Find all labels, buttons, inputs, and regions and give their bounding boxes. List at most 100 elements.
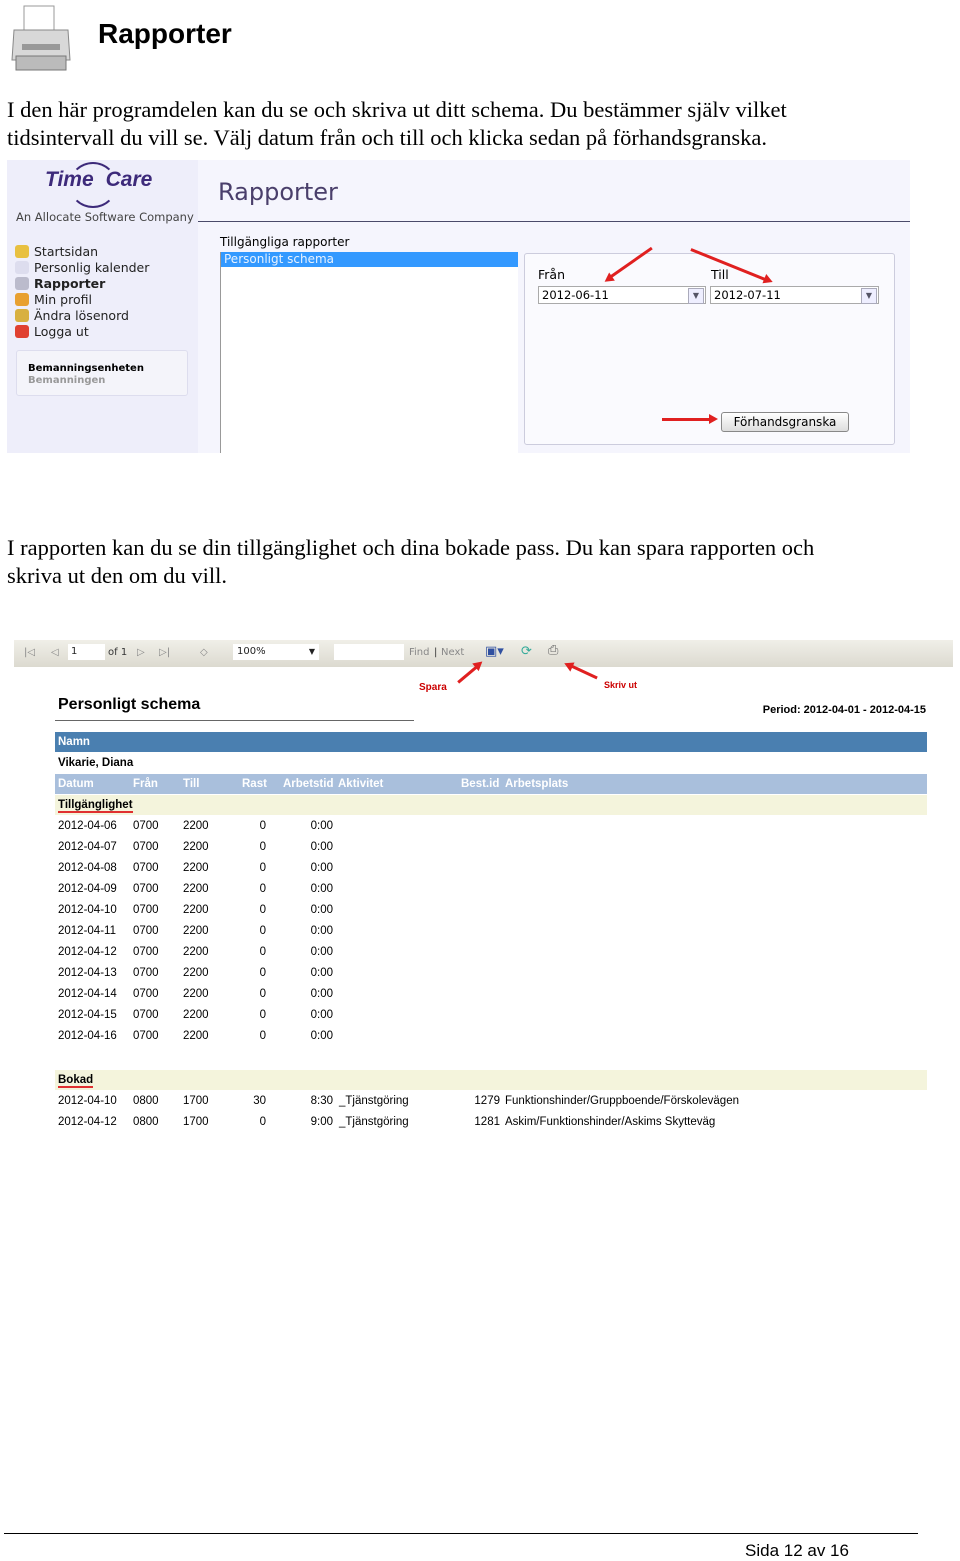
cell: 0 [259, 946, 266, 958]
column-header: Best.id [461, 778, 500, 790]
report-item-personligt-schema[interactable]: Personligt schema [221, 252, 518, 267]
cell: 0 [259, 904, 266, 916]
cell: 30 [253, 1095, 266, 1107]
refresh-icon[interactable]: ⟳ [521, 644, 532, 659]
cell: 2012-04-06 [58, 820, 117, 832]
last-page-icon[interactable]: ▷| [159, 647, 170, 658]
print-icon[interactable]: ⎙ [548, 643, 558, 658]
column-header: Arbetstid [283, 778, 334, 790]
cell: 2200 [183, 883, 209, 895]
printer-icon [10, 4, 72, 72]
from-date-select[interactable]: 2012-06-11 ▼ [538, 286, 706, 304]
cell: 0:00 [310, 925, 333, 937]
cell: 2200 [183, 946, 209, 958]
cell: 0:00 [310, 967, 333, 979]
app-title: Rapporter [218, 178, 338, 206]
arrow-annotation [662, 414, 718, 423]
table-row: 2012-04-10 0800 1700 30 8:30 _Tjänstgöring 127… [55, 1091, 927, 1111]
sidebar-item-ändra-lösenord[interactable]: Ändra lösenord [15, 308, 129, 323]
find-input[interactable] [334, 644, 404, 660]
nav-label: Ändra lösenord [34, 308, 129, 323]
cell: 2200 [183, 904, 209, 916]
cell: 1279 [474, 1095, 500, 1107]
cell: 0:00 [310, 841, 333, 853]
cell: 2012-04-10 [58, 1095, 117, 1107]
intro-line-2: tidsintervall du vill se. Välj datum frå… [7, 125, 768, 150]
find-link[interactable]: Find [409, 647, 430, 658]
to-date-select[interactable]: 2012-07-11 ▼ [710, 286, 879, 304]
column-header: Från [133, 778, 158, 790]
cell: 0:00 [310, 820, 333, 832]
table-row: 2012-04-11 0700 2200 0 0:00 [55, 921, 927, 941]
body-line-1: I rapporten kan du se din tillgänglighet… [7, 535, 815, 560]
sidebar-item-rapporter[interactable]: Rapporter [15, 276, 105, 291]
cell: 0 [259, 988, 266, 1000]
reports-list[interactable]: Personligt schema [220, 252, 518, 453]
nav-label: Rapporter [34, 276, 106, 291]
cell: 0:00 [310, 904, 333, 916]
sidebar-item-logga-ut[interactable]: Logga ut [15, 324, 89, 339]
divider [198, 221, 910, 222]
cell: 0700 [133, 967, 159, 979]
cell: 0700 [133, 946, 159, 958]
body-line-2: skriva ut den om du vill. [7, 563, 227, 588]
back-icon[interactable]: ◇ [200, 647, 208, 658]
cell: 2200 [183, 967, 209, 979]
cell: 2012-04-11 [58, 925, 116, 937]
name-row: Vikarie, Diana [58, 757, 134, 769]
table-row: 2012-04-08 0700 2200 0 0:00 [55, 858, 927, 878]
sidebar-item-startsidan[interactable]: Startsidan [15, 244, 98, 259]
tagline: An Allocate Software Company [16, 210, 194, 224]
preview-button[interactable]: Förhandsgranska [721, 412, 849, 432]
chevron-down-icon: ▼ [861, 288, 877, 304]
cell: 0700 [133, 925, 159, 937]
column-header: Till [183, 778, 200, 790]
cell: 2200 [183, 988, 209, 1000]
reports-label: Tillgängliga rapporter [220, 235, 350, 249]
cell: 2012-04-07 [58, 841, 117, 853]
page-input[interactable]: 1 [68, 644, 105, 660]
table-row: 2012-04-14 0700 2200 0 0:00 [55, 984, 927, 1004]
prev-page-icon[interactable]: ◁ [51, 647, 59, 658]
table-row: 2012-04-09 0700 2200 0 0:00 [55, 879, 927, 899]
sidebar-item-min-profil[interactable]: Min profil [15, 292, 92, 307]
page-heading: Rapporter [98, 18, 232, 49]
cell: 2200 [183, 1009, 209, 1021]
cell: 1700 [183, 1095, 209, 1107]
cell: 0:00 [310, 862, 333, 874]
nav-label: Personlig kalender [34, 260, 150, 275]
intro-line-1: I den här programdelen kan du se och skr… [7, 97, 787, 122]
booked-section: Bokad [55, 1070, 927, 1090]
column-header: Aktivitet [338, 778, 384, 790]
cell: 2200 [183, 820, 209, 832]
cell: 0 [259, 1116, 266, 1128]
cell: 2012-04-15 [58, 1009, 117, 1021]
nav-label: Startsidan [34, 244, 99, 259]
save-icon[interactable]: ▣▾ [485, 644, 504, 659]
table-row: 2012-04-07 0700 2200 0 0:00 [55, 837, 927, 857]
cell: 2012-04-08 [58, 862, 117, 874]
print-annotation: Skriv ut [604, 680, 638, 690]
nav-label: Min profil [34, 292, 92, 307]
user-icon [15, 293, 29, 306]
footer-rule [4, 1533, 918, 1534]
page-number: Sida 12 av 16 [745, 1541, 849, 1560]
cell: 0700 [133, 904, 159, 916]
sidebar-item-personlig-kalender[interactable]: Personlig kalender [15, 260, 149, 275]
unit-sub: Bemanningen [28, 375, 106, 386]
name-header-row: Namn [55, 732, 927, 752]
first-page-icon[interactable]: |◁ [24, 647, 35, 658]
availability-section: Tillgänglighet [55, 795, 927, 815]
zoom-select[interactable]: 100% ▼ [233, 644, 319, 660]
cell: 0700 [133, 841, 159, 853]
cell: 0700 [133, 883, 159, 895]
cell: Askim/Funktionshinder/Askims Skytteväg [505, 1116, 716, 1128]
cell: 2200 [183, 1030, 209, 1042]
unit-box: Bemanningsenheten Bemanningen [16, 350, 188, 396]
table-row: 2012-04-13 0700 2200 0 0:00 [55, 963, 927, 983]
cell: 8:30 [310, 1095, 333, 1107]
clock-icon [15, 245, 29, 258]
next-page-icon[interactable]: ▷ [137, 647, 145, 658]
cell: 2012-04-10 [58, 904, 117, 916]
next-link[interactable]: Next [441, 647, 464, 658]
